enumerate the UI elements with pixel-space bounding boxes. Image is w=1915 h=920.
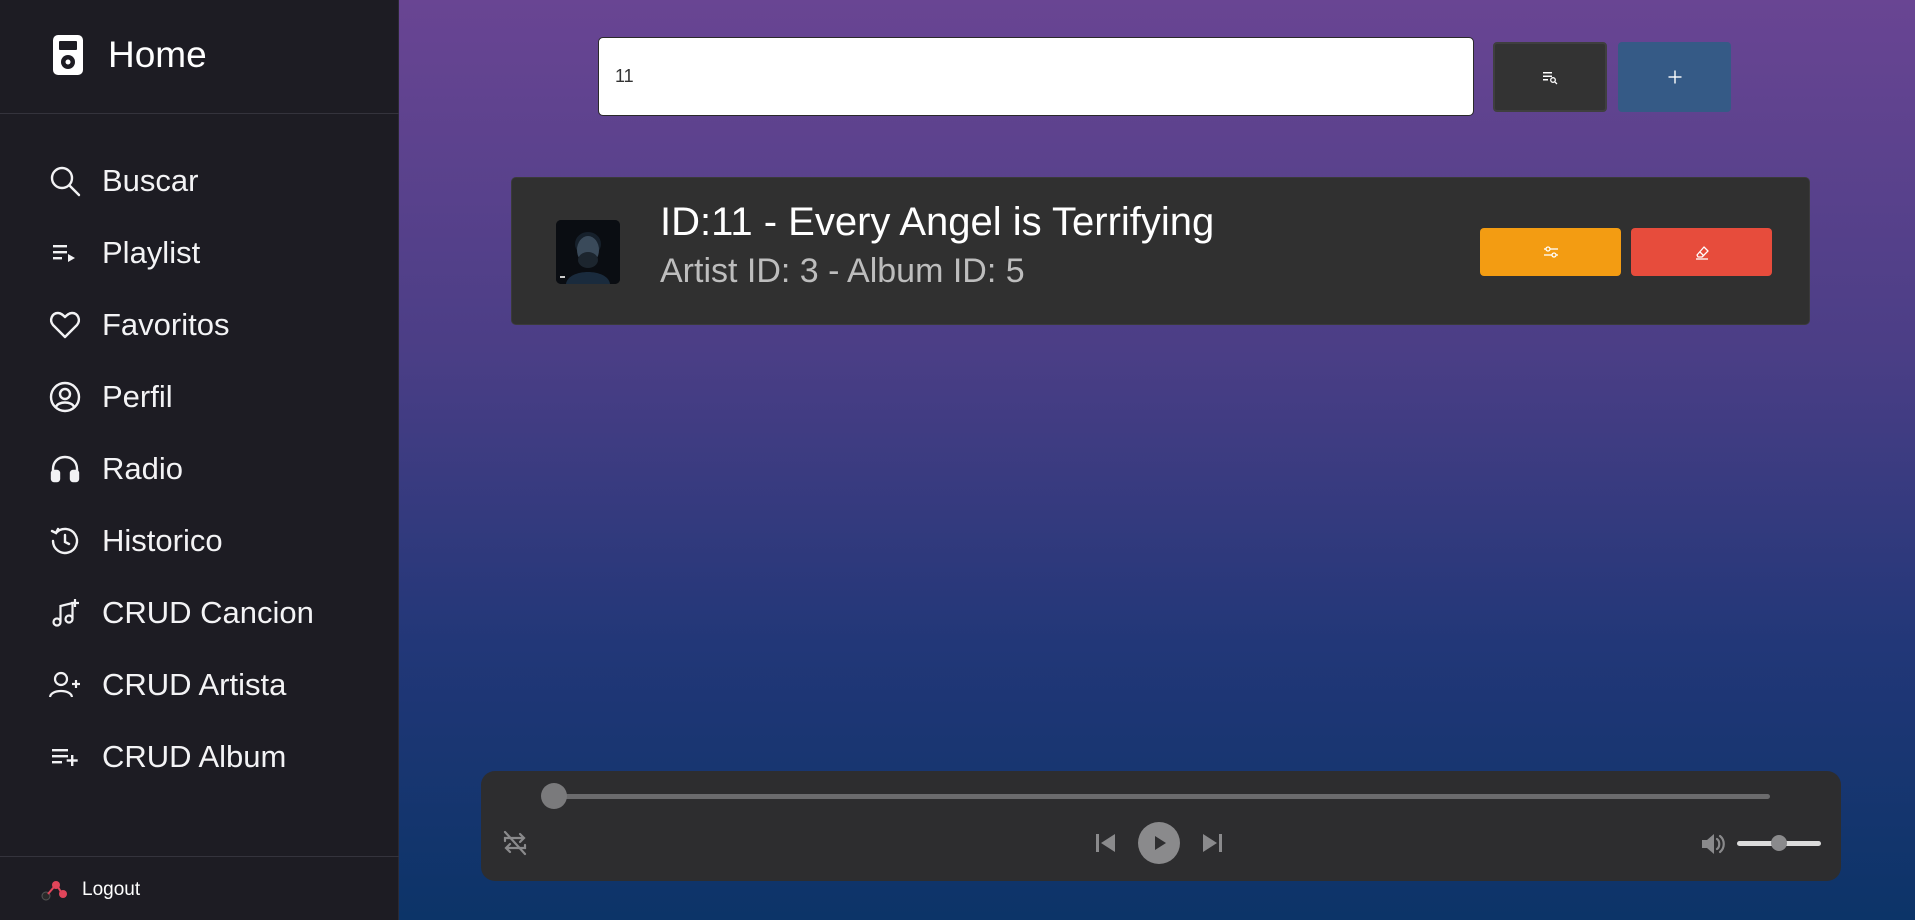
skip-next-icon (1203, 834, 1222, 852)
logout-label: Logout (82, 879, 141, 900)
search-input[interactable] (598, 37, 1474, 116)
history-icon (50, 527, 79, 555)
sidebar-item-playlist[interactable]: Playlist (48, 217, 378, 289)
sidebar-item-label: Buscar (102, 163, 199, 198)
next-button[interactable] (1197, 828, 1227, 858)
repeat-button[interactable] (499, 827, 531, 859)
list-add-icon (52, 749, 78, 766)
song-title: ID:11 - Every Angel is Terrifying (660, 200, 1215, 244)
sidebar-item-label: Perfil (102, 379, 173, 414)
ipod-icon (53, 35, 83, 75)
headphones-icon (50, 455, 80, 483)
edit-song-button[interactable] (1480, 228, 1621, 276)
volume-button[interactable] (1698, 829, 1728, 859)
previous-button[interactable] (1091, 828, 1121, 858)
playlist-icon (53, 245, 75, 262)
music-add-icon (52, 599, 79, 627)
sidebar-item-historico[interactable]: Historico (48, 505, 378, 577)
main-content: ID:11 - Every Angel is Terrifying Artist… (399, 0, 1915, 920)
list-search-icon (1543, 72, 1558, 85)
plus-icon (1668, 70, 1681, 84)
sidebar-nav: Buscar Playlist Favoritos Perfil Radio H… (48, 145, 378, 793)
sidebar-item-crud-cancion[interactable]: CRUD Cancion (48, 577, 378, 649)
sidebar: Home Buscar Playlist Favoritos Perfil Ra… (0, 0, 399, 920)
song-result-card: ID:11 - Every Angel is Terrifying Artist… (511, 177, 1810, 325)
sidebar-item-label: Historico (102, 523, 223, 558)
logout-icon (41, 881, 67, 901)
sidebar-item-label: Favoritos (102, 307, 230, 342)
sidebar-item-label: Playlist (102, 235, 201, 270)
skip-previous-icon (1096, 834, 1115, 852)
sidebar-item-radio[interactable]: Radio (48, 433, 378, 505)
progress-bar[interactable] (541, 783, 1770, 809)
sidebar-divider (0, 113, 399, 114)
album-cover-art (556, 220, 620, 284)
music-player (481, 771, 1841, 881)
sidebar-divider (0, 856, 399, 857)
home-label: Home (108, 34, 207, 75)
album-cover (556, 220, 620, 284)
sidebar-item-favoritos[interactable]: Favoritos (48, 289, 378, 361)
sidebar-item-label: CRUD Artista (102, 667, 287, 702)
sidebar-item-label: Radio (102, 451, 183, 486)
song-meta: Artist ID: 3 - Album ID: 5 (660, 252, 1025, 290)
add-song-button[interactable] (1618, 42, 1731, 112)
sidebar-item-label: CRUD Album (102, 739, 287, 774)
sidebar-item-crud-artista[interactable]: CRUD Artista (48, 649, 378, 721)
user-add-icon (48, 671, 80, 698)
sidebar-item-label: CRUD Cancion (102, 595, 314, 630)
volume-slider[interactable] (1737, 835, 1821, 851)
eraser-icon (1695, 246, 1709, 260)
repeat-off-icon (503, 830, 527, 856)
heart-icon (50, 311, 80, 339)
logout-button[interactable]: Logout (40, 875, 140, 905)
sliders-icon (1543, 246, 1558, 258)
search-icon (50, 166, 81, 197)
sidebar-item-buscar[interactable]: Buscar (48, 145, 378, 217)
delete-song-button[interactable] (1631, 228, 1772, 276)
sidebar-item-perfil[interactable]: Perfil (48, 361, 378, 433)
sidebar-item-crud-album[interactable]: CRUD Album (48, 721, 378, 793)
volume-thumb[interactable] (1771, 835, 1787, 851)
list-search-button[interactable] (1493, 42, 1607, 112)
user-circle-icon (49, 381, 81, 413)
volume-icon (1702, 834, 1725, 854)
home-link[interactable]: Home (52, 30, 207, 80)
play-button[interactable] (1138, 822, 1180, 864)
progress-thumb[interactable] (541, 783, 567, 809)
play-icon (1155, 836, 1166, 850)
